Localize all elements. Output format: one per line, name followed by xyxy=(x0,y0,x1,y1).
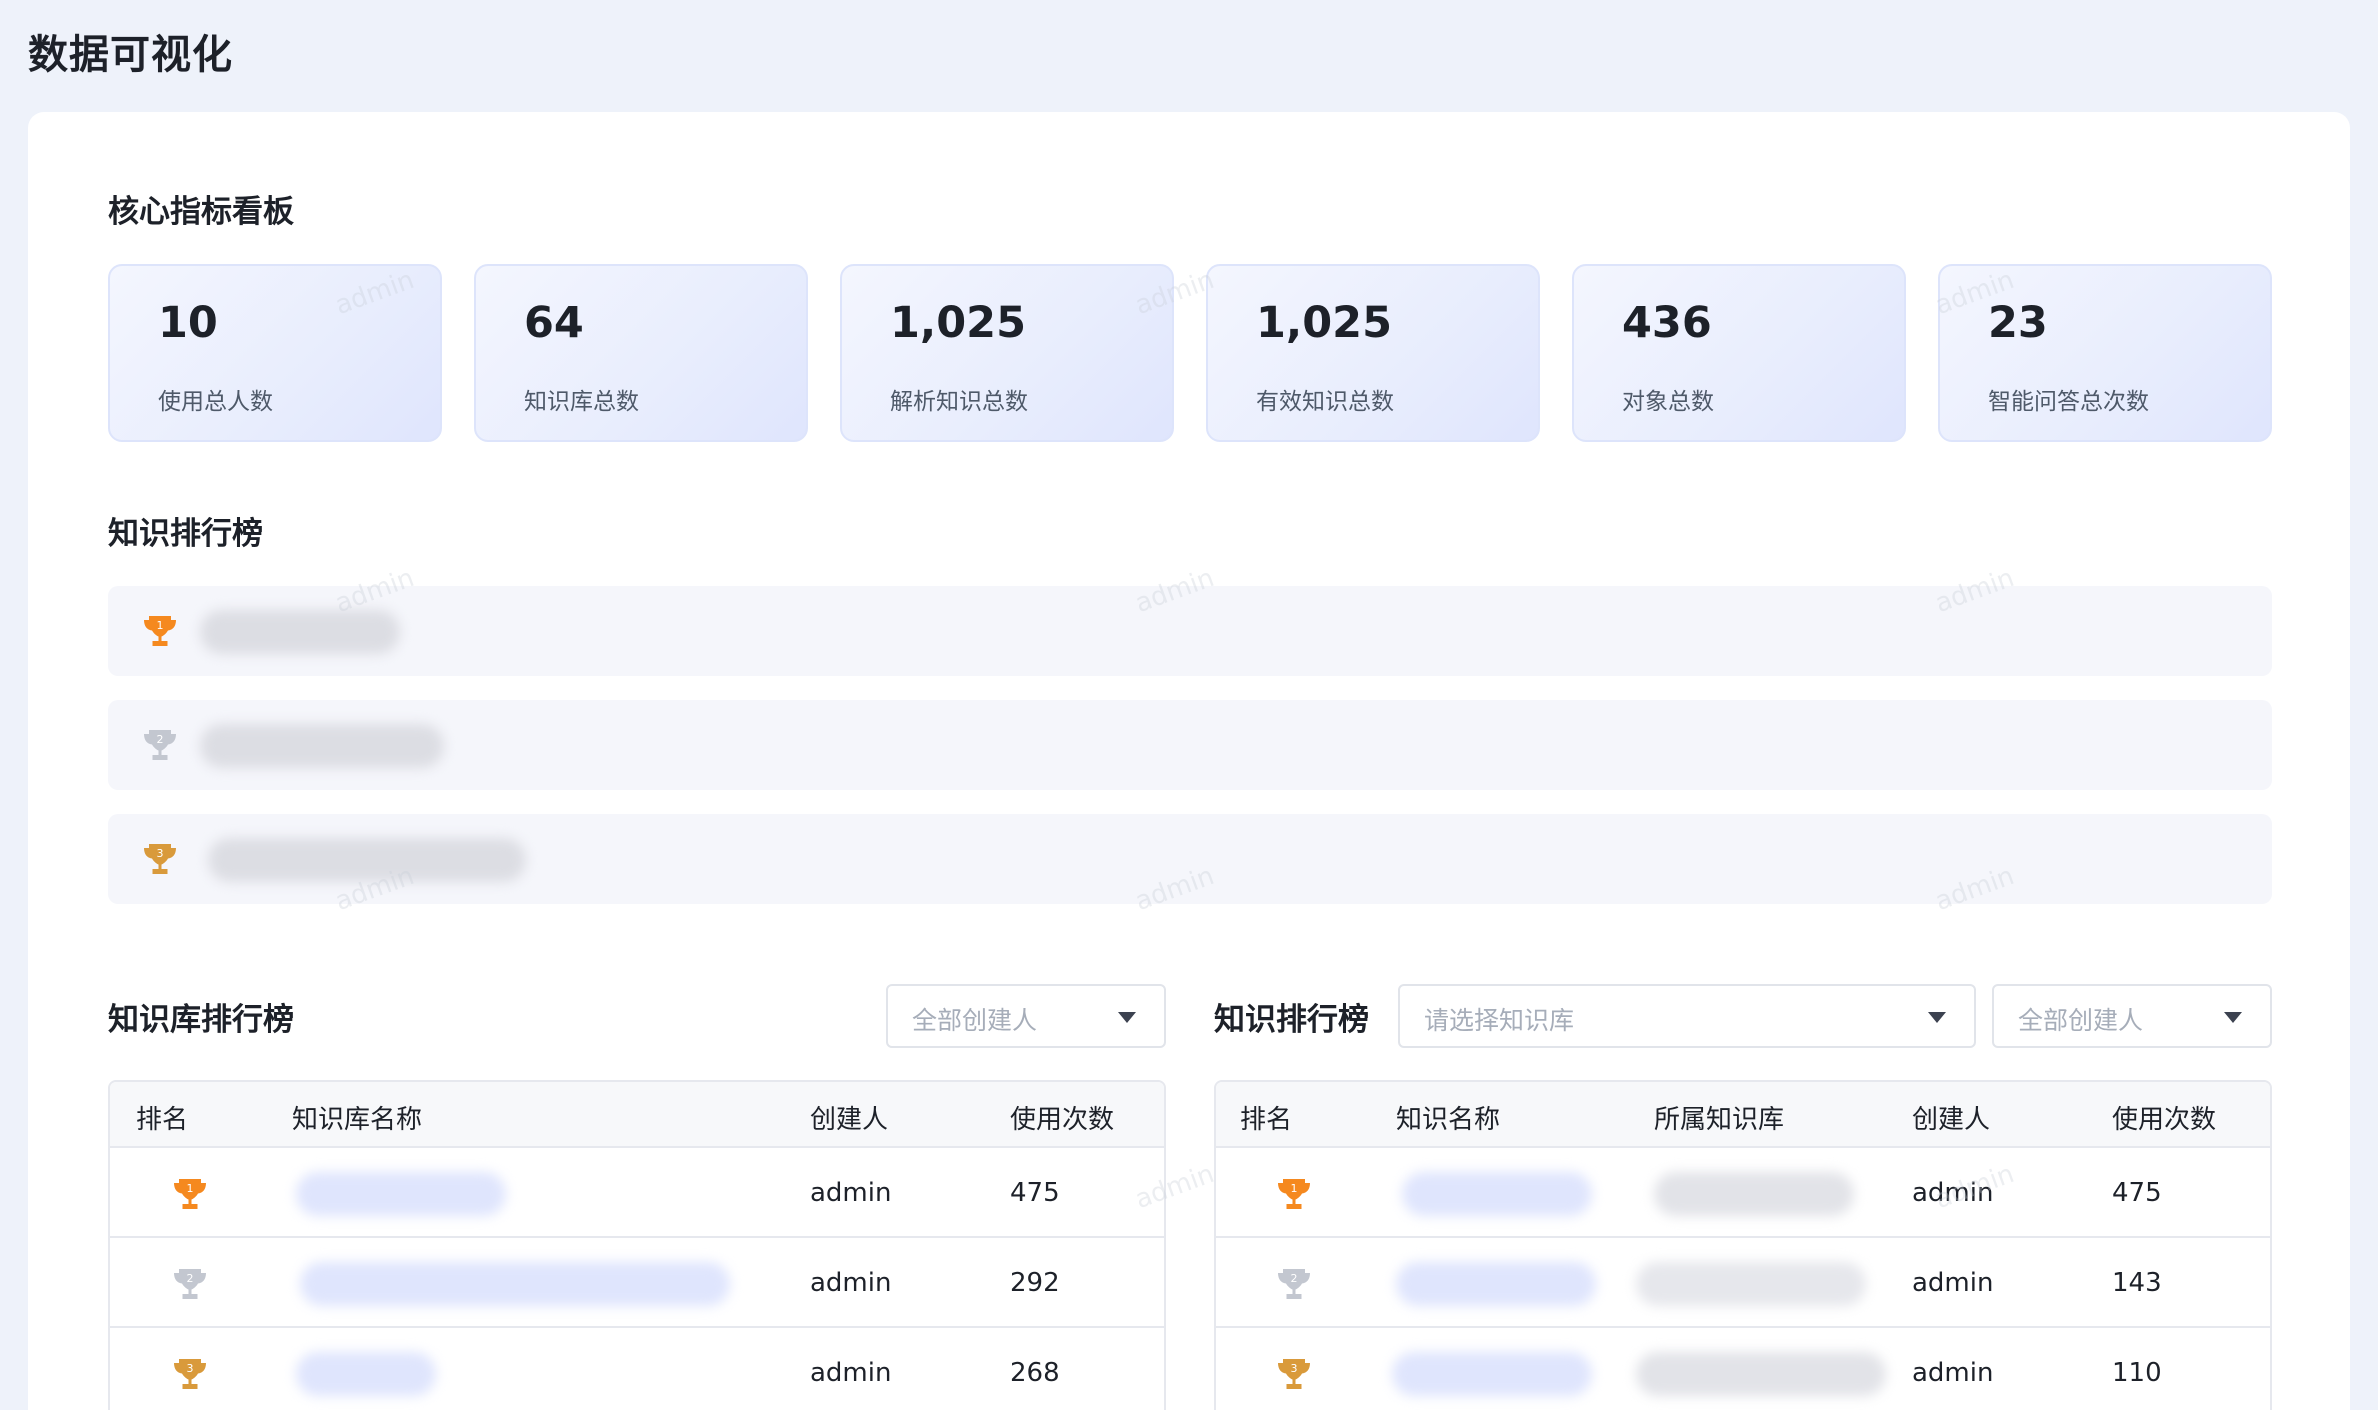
blurred-kb-name xyxy=(300,1262,730,1306)
cell-count: 110 xyxy=(2112,1358,2162,1388)
trophy-silver-icon: 2 xyxy=(144,730,176,760)
kpi-value: 436 xyxy=(1622,298,1712,348)
main-panel: 核心指标看板 10 使用总人数 64 知识库总数 1,025 解析知识总数 1,… xyxy=(28,112,2350,1410)
table-row[interactable]: 3 admin 268 xyxy=(110,1328,1164,1410)
blurred-kb-name xyxy=(1636,1352,1886,1396)
kpi-card-knowledge-bases[interactable]: 64 知识库总数 xyxy=(474,264,808,442)
trophy-bronze-icon: 3 xyxy=(174,1359,206,1389)
table-header: 排名 知识名称 所属知识库 创建人 使用次数 xyxy=(1216,1082,2270,1148)
trophy-bronze-icon: 3 xyxy=(1278,1359,1310,1389)
kpi-value: 10 xyxy=(158,298,218,348)
caret-down-icon xyxy=(2224,1012,2242,1023)
trophy-rank-number: 2 xyxy=(187,1272,194,1285)
header-creator: 创建人 xyxy=(810,1105,889,1135)
kpi-label: 智能问答总次数 xyxy=(1988,389,2149,415)
kpi-card-valid-knowledge[interactable]: 1,025 有效知识总数 xyxy=(1206,264,1540,442)
kpi-label: 使用总人数 xyxy=(158,389,273,415)
trophy-bronze-icon: 3 xyxy=(144,844,176,874)
list-item[interactable]: 2 xyxy=(108,700,2272,790)
kpi-label: 解析知识总数 xyxy=(890,389,1028,415)
k-creator-select[interactable]: 全部创建人 xyxy=(1992,984,2272,1048)
k-ranking-title: 知识排行榜 xyxy=(1214,1002,1369,1038)
table-row[interactable]: 1 admin 475 xyxy=(1216,1148,2270,1238)
select-placeholder: 全部创建人 xyxy=(2018,1006,2144,1035)
table-row[interactable]: 3 admin 110 xyxy=(1216,1328,2270,1410)
table-row[interactable]: 2 admin 292 xyxy=(110,1238,1164,1328)
list-item[interactable]: 3 xyxy=(108,814,2272,904)
trophy-rank-number: 1 xyxy=(1291,1182,1298,1195)
blurred-knowledge-name xyxy=(200,724,444,768)
table-row[interactable]: 1 admin 475 xyxy=(110,1148,1164,1238)
blurred-kb-name xyxy=(1636,1262,1866,1306)
header-rank: 排名 xyxy=(1240,1105,1293,1135)
blurred-knowledge-name xyxy=(200,610,400,654)
trophy-rank-number: 3 xyxy=(157,847,164,860)
cell-creator: admin xyxy=(1912,1268,1994,1298)
trophy-gold-icon: 1 xyxy=(174,1179,206,1209)
kpi-value: 64 xyxy=(524,298,584,348)
trophy-rank-number: 2 xyxy=(1291,1272,1298,1285)
table-row[interactable]: 2 admin 143 xyxy=(1216,1238,2270,1328)
trophy-rank-number: 3 xyxy=(187,1362,194,1375)
kpi-card-users[interactable]: 10 使用总人数 xyxy=(108,264,442,442)
kpi-value: 1,025 xyxy=(890,298,1027,348)
cell-creator: admin xyxy=(810,1178,892,1208)
header-creator: 创建人 xyxy=(1912,1105,1991,1135)
header-kb-name: 知识库名称 xyxy=(292,1105,423,1135)
cell-count: 143 xyxy=(2112,1268,2162,1298)
list-item[interactable]: 1 xyxy=(108,586,2272,676)
k-ranking-table: 排名 知识名称 所属知识库 创建人 使用次数 1 admin 475 2 adm… xyxy=(1214,1080,2272,1410)
cell-count: 268 xyxy=(1010,1358,1060,1388)
caret-down-icon xyxy=(1118,1012,1136,1023)
kpi-label: 知识库总数 xyxy=(524,389,639,415)
header-count: 使用次数 xyxy=(1010,1105,1115,1135)
header-k-name: 知识名称 xyxy=(1396,1105,1501,1135)
caret-down-icon xyxy=(1928,1012,1946,1023)
cell-count: 292 xyxy=(1010,1268,1060,1298)
core-metrics-title: 核心指标看板 xyxy=(108,194,294,230)
knowledge-top-title: 知识排行榜 xyxy=(108,516,263,552)
cell-count: 475 xyxy=(1010,1178,1060,1208)
cell-creator: admin xyxy=(810,1358,892,1388)
blurred-kb-name xyxy=(1654,1172,1854,1216)
blurred-kb-name xyxy=(296,1172,506,1216)
select-placeholder: 请选择知识库 xyxy=(1424,1006,1575,1035)
trophy-gold-icon: 1 xyxy=(1278,1179,1310,1209)
blurred-kb-name xyxy=(296,1352,436,1396)
blurred-knowledge-name xyxy=(208,838,526,882)
kpi-card-parsed-knowledge[interactable]: 1,025 解析知识总数 xyxy=(840,264,1174,442)
trophy-rank-number: 1 xyxy=(157,619,164,632)
trophy-gold-icon: 1 xyxy=(144,616,176,646)
header-rank: 排名 xyxy=(136,1105,189,1135)
kpi-label: 对象总数 xyxy=(1622,389,1714,415)
kb-creator-select[interactable]: 全部创建人 xyxy=(886,984,1166,1048)
kpi-value: 1,025 xyxy=(1256,298,1393,348)
page-title: 数据可视化 xyxy=(28,32,233,78)
kpi-label: 有效知识总数 xyxy=(1256,389,1394,415)
trophy-rank-number: 2 xyxy=(157,733,164,746)
header-belonging-kb: 所属知识库 xyxy=(1654,1105,1785,1135)
trophy-rank-number: 1 xyxy=(187,1182,194,1195)
cell-creator: admin xyxy=(1912,1178,1994,1208)
trophy-silver-icon: 2 xyxy=(174,1269,206,1299)
cell-creator: admin xyxy=(810,1268,892,1298)
trophy-silver-icon: 2 xyxy=(1278,1269,1310,1299)
blurred-k-name xyxy=(1392,1352,1592,1396)
select-placeholder: 全部创建人 xyxy=(912,1006,1038,1035)
kpi-value: 23 xyxy=(1988,298,2048,348)
kpi-card-objects[interactable]: 436 对象总数 xyxy=(1572,264,1906,442)
blurred-k-name xyxy=(1402,1172,1592,1216)
header-count: 使用次数 xyxy=(2112,1105,2217,1135)
blurred-k-name xyxy=(1396,1262,1596,1306)
trophy-rank-number: 3 xyxy=(1291,1362,1298,1375)
kb-ranking-table: 排名 知识库名称 创建人 使用次数 1 admin 475 2 admin 29… xyxy=(108,1080,1166,1410)
table-header: 排名 知识库名称 创建人 使用次数 xyxy=(110,1082,1164,1148)
kpi-row: 10 使用总人数 64 知识库总数 1,025 解析知识总数 1,025 有效知… xyxy=(108,264,2272,442)
kpi-card-qa-count[interactable]: 23 智能问答总次数 xyxy=(1938,264,2272,442)
cell-count: 475 xyxy=(2112,1178,2162,1208)
kb-select[interactable]: 请选择知识库 xyxy=(1398,984,1976,1048)
kb-ranking-title: 知识库排行榜 xyxy=(108,1002,294,1038)
cell-creator: admin xyxy=(1912,1358,1994,1388)
